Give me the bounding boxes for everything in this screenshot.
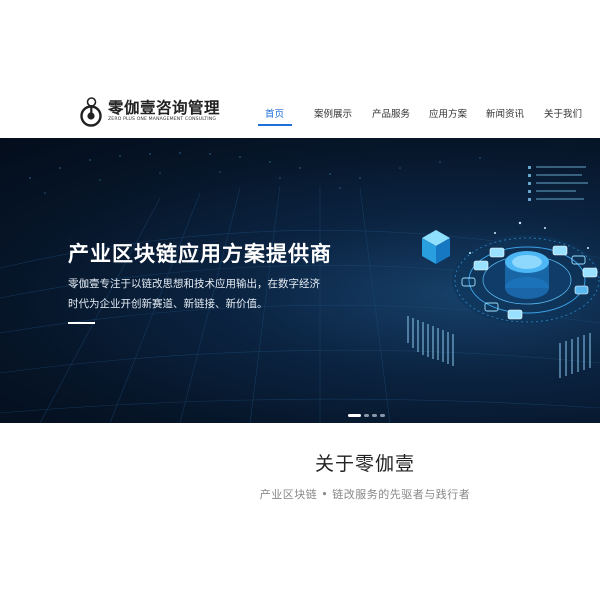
carousel-indicators (348, 414, 388, 418)
about-title: 关于零伽壹 (314, 453, 415, 475)
carousel-dot-4[interactable] (380, 414, 385, 417)
nav-active-indicator (258, 124, 292, 126)
hero-description-line: 零伽壹专注于以链改思想和技术应用输出，在数字经济 (68, 278, 320, 290)
carousel-dot-3[interactable] (372, 414, 377, 417)
main-nav: 首页 案例展示 产品服务 应用方案 新闻资讯 关于我们 (0, 106, 600, 126)
carousel-dot-2[interactable] (364, 414, 369, 417)
hero-title: 产业区块链应用方案提供商 (68, 242, 332, 266)
nav-item-home[interactable]: 首页 (265, 106, 284, 120)
about-subtitle: 产业区块链 • 链改服务的先驱者与践行者 (259, 488, 471, 501)
nav-item-cases[interactable]: 案例展示 (314, 106, 352, 120)
hero-banner[interactable]: 产业区块链应用方案提供商 零伽壹专注于以链改思想和技术应用输出，在数字经济 时代… (0, 138, 600, 423)
nav-item-about[interactable]: 关于我们 (544, 106, 582, 120)
hero-description: 零伽壹专注于以链改思想和技术应用输出，在数字经济 时代为企业开创新赛道、新链接、… (68, 274, 368, 314)
hero-divider (68, 322, 95, 324)
nav-item-solutions[interactable]: 应用方案 (429, 106, 467, 120)
nav-item-news[interactable]: 新闻资讯 (486, 106, 524, 120)
carousel-dot-1[interactable] (348, 414, 361, 417)
nav-item-products[interactable]: 产品服务 (372, 106, 410, 120)
hero-description-line: 时代为企业开创新赛道、新链接、新价值。 (68, 298, 268, 310)
